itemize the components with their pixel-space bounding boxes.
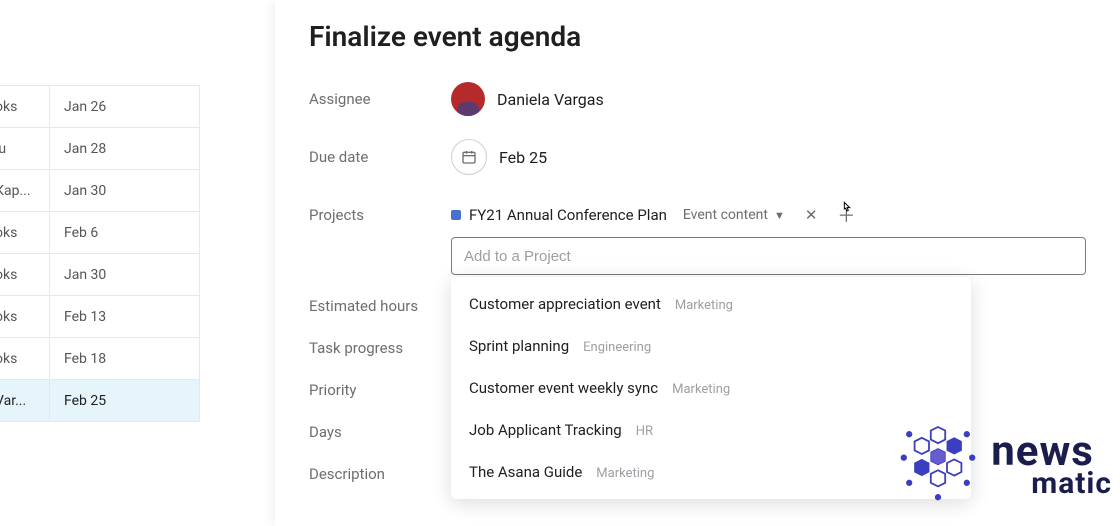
table-row[interactable]: oksJan 30	[0, 254, 200, 296]
assignee-cell: oks	[0, 212, 50, 254]
watermark-text-1: news	[991, 433, 1112, 471]
assignee-cell: oks	[0, 254, 50, 296]
assignee-label: Assignee	[309, 90, 451, 108]
date-cell: Feb 6	[50, 212, 200, 254]
assignee-cell: oks	[0, 86, 50, 128]
avatar	[451, 82, 485, 116]
add-project-icon[interactable]: ＋	[833, 198, 859, 232]
date-cell: Jan 28	[50, 128, 200, 170]
table-row[interactable]: oksFeb 18	[0, 338, 200, 380]
project-option-name: Job Applicant Tracking	[469, 421, 622, 439]
project-option[interactable]: Sprint planning Engineering	[451, 325, 971, 367]
table-row[interactable]: oksFeb 6	[0, 212, 200, 254]
due-date-label: Due date	[309, 148, 451, 166]
date-cell: Feb 25	[50, 380, 200, 422]
project-chip[interactable]: FY21 Annual Conference Plan	[451, 206, 667, 224]
task-list-partial: oksJan 26iuJan 28Кар...Jan 30oksFeb 6oks…	[0, 85, 200, 422]
project-option-team: HR	[636, 424, 653, 439]
project-option[interactable]: Customer appreciation event Marketing	[451, 283, 971, 325]
date-cell: Feb 18	[50, 338, 200, 380]
days-label: Days	[309, 411, 451, 453]
assignee-cell: oks	[0, 296, 50, 338]
assignee-name: Daniela Vargas	[497, 90, 604, 109]
project-option-name: Customer appreciation event	[469, 295, 661, 313]
assignee-cell: Кар...	[0, 170, 50, 212]
project-option-team: Marketing	[672, 382, 730, 397]
project-option-team: Engineering	[583, 340, 651, 355]
assignee-cell: iu	[0, 128, 50, 170]
assignee-value[interactable]: Daniela Vargas	[451, 82, 604, 116]
due-date-text: Feb 25	[499, 148, 547, 167]
date-cell: Jan 26	[50, 86, 200, 128]
priority-label: Priority	[309, 369, 451, 411]
task-title[interactable]: Finalize event agenda	[309, 20, 1086, 53]
table-row[interactable]: oksJan 26	[0, 86, 200, 128]
date-cell: Jan 30	[50, 254, 200, 296]
project-color-dot	[451, 210, 461, 220]
project-option-name: Customer event weekly sync	[469, 379, 658, 397]
table-row[interactable]: iuJan 28	[0, 128, 200, 170]
assignee-cell: oks	[0, 338, 50, 380]
add-project-input[interactable]	[451, 237, 1086, 275]
assignee-cell: Var...	[0, 380, 50, 422]
project-option-team: Marketing	[675, 298, 733, 313]
watermark: news matic	[893, 418, 1112, 512]
date-cell: Jan 30	[50, 170, 200, 212]
project-option-name: Sprint planning	[469, 337, 569, 355]
project-name: FY21 Annual Conference Plan	[469, 206, 667, 224]
project-option[interactable]: Customer event weekly sync Marketing	[451, 367, 971, 409]
project-section-dropdown[interactable]: Event content ▼	[679, 205, 789, 225]
cursor-icon	[839, 200, 855, 222]
table-row[interactable]: Var...Feb 25	[0, 380, 200, 422]
estimated-hours-label: Estimated hours	[309, 285, 451, 327]
project-option-team: Marketing	[596, 466, 654, 481]
due-date-value[interactable]: Feb 25	[451, 139, 547, 175]
remove-project-icon[interactable]: ✕	[801, 202, 822, 228]
calendar-icon	[451, 139, 487, 175]
date-cell: Feb 13	[50, 296, 200, 338]
table-row[interactable]: oksFeb 13	[0, 296, 200, 338]
watermark-icon	[893, 418, 983, 512]
description-label: Description	[309, 453, 451, 495]
projects-label: Projects	[309, 206, 451, 224]
project-option-name: The Asana Guide	[469, 463, 582, 481]
chevron-down-icon: ▼	[774, 209, 785, 222]
watermark-text-2: matic	[991, 470, 1112, 497]
table-row[interactable]: Кар...Jan 30	[0, 170, 200, 212]
task-progress-label: Task progress	[309, 327, 451, 369]
